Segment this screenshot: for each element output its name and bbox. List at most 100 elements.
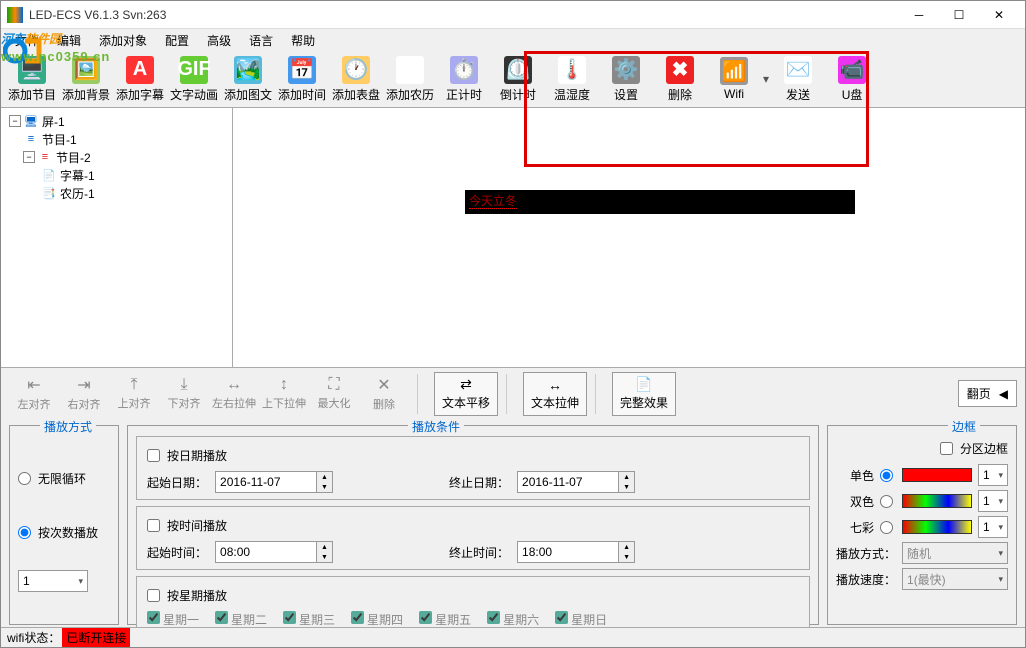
menubar: 文件 编辑 添加对象 配置 高级 语言 帮助 — [1, 29, 1025, 51]
align-0[interactable]: ⇤左对齐 — [9, 372, 59, 416]
titlebar: LED-ECS V6.1.3 Svn:263 ─ ☐ ✕ — [1, 1, 1025, 29]
end-date-input[interactable]: ▲▼ — [517, 471, 635, 493]
led-preview[interactable]: 今天立冬 — [465, 190, 855, 214]
infinite-loop-radio[interactable]: 无限循环 — [18, 466, 110, 490]
toolbar-温湿度[interactable]: 🌡️温湿度 — [545, 53, 599, 105]
by-week-checkbox[interactable] — [147, 589, 160, 602]
menu-add-object[interactable]: 添加对象 — [91, 30, 155, 51]
tree-panel: − 🖥 屏-1 ≡节目-1−≡节目-2📄字幕-1📑农历-1 — [1, 108, 233, 367]
end-time-input[interactable]: ▲▼ — [517, 541, 635, 563]
toolbar-删除[interactable]: ✖删除 — [653, 53, 707, 105]
collapse-icon[interactable]: − — [23, 151, 35, 163]
text-stretch-button[interactable]: ↔文本拉伸 — [523, 372, 587, 416]
weekday-3[interactable]: 星期四 — [351, 611, 403, 628]
menu-language[interactable]: 语言 — [241, 30, 281, 51]
wifi-status-label: wifi状态： — [7, 629, 60, 646]
menu-config[interactable]: 配置 — [157, 30, 197, 51]
play-mode-legend: 播放方式 — [40, 418, 96, 435]
play-condition-panel: 播放条件 按日期播放 起始日期： ▲▼ 终止日期： ▲▼ 按时间播放 起始时间：… — [127, 425, 819, 625]
toolbar-添加背景[interactable]: 🖼️添加背景 — [59, 53, 113, 105]
minimize-button[interactable]: ─ — [899, 3, 939, 27]
bottom-panels: 播放方式 无限循环 按次数播放 1 播放条件 按日期播放 起始日期： ▲▼ 终止… — [1, 419, 1025, 629]
rainbow-num-select[interactable]: 1 — [978, 516, 1008, 538]
tree-item-0[interactable]: ≡节目-1 — [5, 130, 228, 148]
toolbar-添加字幕[interactable]: A添加字幕 — [113, 53, 167, 105]
align-6[interactable]: ⛶最大化 — [309, 372, 359, 416]
flip-group: 翻页 ◀ — [958, 380, 1017, 407]
toolbar-添加图文[interactable]: 🏞️添加图文 — [221, 53, 275, 105]
by-date-checkbox[interactable] — [147, 449, 160, 462]
by-time-checkbox[interactable] — [147, 519, 160, 532]
start-time-input[interactable]: ▲▼ — [215, 541, 333, 563]
border-panel: 边框 分区边框 单色1 双色1 七彩1 播放方式：随机 播放速度：1(最快) — [827, 425, 1017, 625]
toolbar-Wifi[interactable]: 📶Wifi — [707, 53, 761, 105]
start-time-label: 起始时间： — [147, 544, 207, 561]
toolbar-添加节目[interactable]: 🖥️添加节目 — [5, 53, 59, 105]
rainbow-color-radio[interactable] — [880, 521, 893, 534]
tree-item-1[interactable]: −≡节目-2 — [5, 148, 228, 166]
weekday-2[interactable]: 星期三 — [283, 611, 335, 628]
full-effect-button[interactable]: 📄完整效果 — [612, 372, 676, 416]
align-toolbar: ⇤左对齐⇥右对齐⤒上对齐⤓下对齐↔左右拉伸↕上下拉伸⛶最大化✕删除 ⇄文本平移 … — [1, 367, 1025, 419]
screen-icon: 🖥 — [23, 114, 39, 128]
toolbar-文字动画[interactable]: GIF文字动画 — [167, 53, 221, 105]
menu-edit[interactable]: 编辑 — [49, 30, 89, 51]
toolbar-U盘[interactable]: 📹U盘 — [825, 53, 879, 105]
border-play-style-select[interactable]: 随机 — [902, 542, 1008, 564]
start-date-input[interactable]: ▲▼ — [215, 471, 333, 493]
start-date-label: 起始日期： — [147, 474, 207, 491]
main-toolbar: 🖥️添加节目🖼️添加背景A添加字幕GIF文字动画🏞️添加图文📅添加时间🕐添加表盘… — [1, 51, 1025, 107]
toolbar-正计时[interactable]: ⏱️正计时 — [437, 53, 491, 105]
play-count-select[interactable]: 1 — [18, 570, 88, 592]
status-bar: wifi状态： 已断开连接 — [1, 627, 1025, 647]
play-count-radio[interactable]: 按次数播放 — [18, 520, 110, 544]
toolbar-添加时间[interactable]: 📅添加时间 — [275, 53, 329, 105]
weekday-0[interactable]: 星期一 — [147, 611, 199, 628]
flip-label: 翻页 — [967, 385, 991, 402]
end-date-label: 终止日期： — [449, 474, 509, 491]
text-pan-button[interactable]: ⇄文本平移 — [434, 372, 498, 416]
menu-advanced[interactable]: 高级 — [199, 30, 239, 51]
led-text: 今天立冬 — [469, 194, 517, 209]
tree-root[interactable]: − 🖥 屏-1 — [5, 112, 228, 130]
collapse-icon[interactable]: − — [9, 115, 21, 127]
weekday-4[interactable]: 星期五 — [419, 611, 471, 628]
toolbar-设置[interactable]: ⚙️设置 — [599, 53, 653, 105]
weekday-6[interactable]: 星期日 — [555, 611, 607, 628]
align-2[interactable]: ⤒上对齐 — [109, 372, 159, 416]
double-color-radio[interactable] — [880, 495, 893, 508]
close-button[interactable]: ✕ — [979, 3, 1019, 27]
weekday-1[interactable]: 星期二 — [215, 611, 267, 628]
tree-item-3[interactable]: 📑农历-1 — [5, 184, 228, 202]
border-legend: 边框 — [948, 418, 980, 435]
align-5[interactable]: ↕上下拉伸 — [259, 372, 309, 416]
wifi-dropdown-icon[interactable]: ▾ — [763, 72, 769, 86]
wifi-status-value: 已断开连接 — [62, 628, 130, 647]
by-date-box: 按日期播放 起始日期： ▲▼ 终止日期： ▲▼ — [136, 436, 810, 500]
align-7[interactable]: ✕删除 — [359, 372, 409, 416]
border-play-speed-select[interactable]: 1(最快) — [902, 568, 1008, 590]
window-title: LED-ECS V6.1.3 Svn:263 — [29, 8, 899, 22]
work-area: − 🖥 屏-1 ≡节目-1−≡节目-2📄字幕-1📑农历-1 今天立冬 — [1, 107, 1025, 367]
partition-border-checkbox[interactable] — [940, 442, 953, 455]
play-cond-legend: 播放条件 — [408, 418, 464, 435]
toolbar-添加农历[interactable]: 10添加农历 — [383, 53, 437, 105]
menu-help[interactable]: 帮助 — [283, 30, 323, 51]
menu-file[interactable]: 文件 — [7, 30, 47, 51]
tree-item-2[interactable]: 📄字幕-1 — [5, 166, 228, 184]
maximize-button[interactable]: ☐ — [939, 3, 979, 27]
flip-prev-button[interactable]: ◀ — [999, 387, 1008, 401]
toolbar-发送[interactable]: ✉️发送 — [771, 53, 825, 105]
align-4[interactable]: ↔左右拉伸 — [209, 372, 259, 416]
align-3[interactable]: ⤓下对齐 — [159, 372, 209, 416]
toolbar-添加表盘[interactable]: 🕐添加表盘 — [329, 53, 383, 105]
align-1[interactable]: ⇥右对齐 — [59, 372, 109, 416]
double-num-select[interactable]: 1 — [978, 490, 1008, 512]
single-color-radio[interactable] — [880, 469, 893, 482]
by-time-box: 按时间播放 起始时间： ▲▼ 终止时间： ▲▼ — [136, 506, 810, 570]
weekday-5[interactable]: 星期六 — [487, 611, 539, 628]
single-num-select[interactable]: 1 — [978, 464, 1008, 486]
toolbar-倒计时[interactable]: ⏲️倒计时 — [491, 53, 545, 105]
preview-canvas[interactable]: 今天立冬 — [233, 108, 1025, 367]
canvas-area: 今天立冬 — [233, 108, 1025, 367]
